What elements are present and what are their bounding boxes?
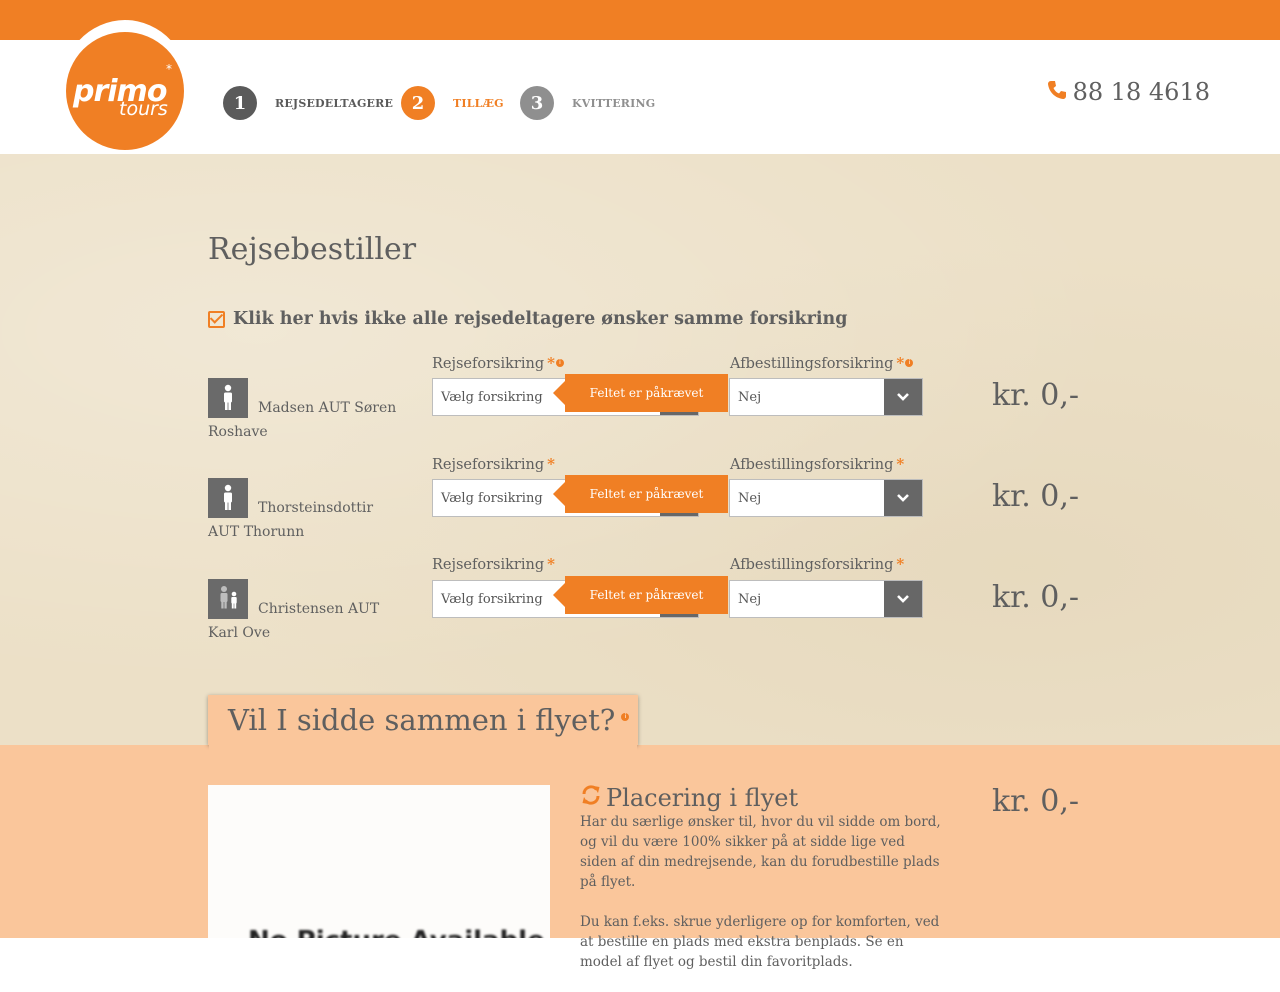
label-text: Rejseforsikring xyxy=(432,457,545,473)
no-picture-text: No Picture Available xyxy=(248,926,545,938)
info-icon[interactable]: i xyxy=(621,713,630,721)
seat-placement-description: Har du særlige ønsker til, hvor du vil s… xyxy=(580,812,945,992)
logo-sub-text: tours xyxy=(119,98,168,120)
logo-star: * xyxy=(166,62,172,76)
insurance-section xyxy=(0,154,1280,745)
dropdown-button[interactable] xyxy=(884,379,922,415)
step-1[interactable]: 1 REJSEDELTAGERE xyxy=(223,86,393,120)
required-error-tooltip: Feltet er påkrævet xyxy=(553,576,728,614)
step-number: 1 xyxy=(223,86,257,120)
cancel-insurance-select[interactable]: Nej xyxy=(729,479,923,517)
select-value: Nej xyxy=(738,389,762,405)
participant-price: kr. 0,- xyxy=(992,378,1080,413)
seat-image-placeholder: No Picture Available xyxy=(208,785,550,938)
same-insurance-toggle[interactable]: Klik her hvis ikke alle rejsedeltagere ø… xyxy=(208,309,847,329)
travel-insurance-label: Rejseforsikring * i xyxy=(432,354,564,372)
info-icon[interactable]: i xyxy=(555,359,564,367)
cancel-insurance-label: Afbestillingsforsikring * xyxy=(730,455,904,473)
step-number: 3 xyxy=(520,86,554,120)
cancel-insurance-label: Afbestillingsforsikring * i xyxy=(730,354,914,372)
step-2[interactable]: 2 TILLÆG xyxy=(401,86,504,120)
required-mark: * xyxy=(896,455,905,473)
cancel-insurance-select[interactable]: Nej xyxy=(729,378,923,416)
section-title-text: Vil I sidde sammen i flyet? xyxy=(228,703,616,737)
primo-tours-logo[interactable]: primo * tours xyxy=(66,32,184,150)
participant-price: kr. 0,- xyxy=(992,580,1080,615)
label-text: Rejseforsikring xyxy=(432,356,545,372)
seat-placement-title-text: Placering i flyet xyxy=(606,784,799,812)
required-error-tooltip: Feltet er påkrævet xyxy=(553,475,728,513)
label-text: Afbestillingsforsikring xyxy=(730,356,894,372)
label-text: Afbestillingsforsikring xyxy=(730,457,894,473)
description-paragraph: Har du særlige ønsker til, hvor du vil s… xyxy=(580,814,941,890)
participant-price: kr. 0,- xyxy=(992,479,1080,514)
page-title: Rejsebestiller xyxy=(208,232,417,267)
select-value: Nej xyxy=(738,591,762,607)
adult-child-icon xyxy=(208,579,248,619)
chevron-down-icon xyxy=(897,494,909,502)
select-value: Vælg forsikring xyxy=(441,490,543,506)
info-icon[interactable]: i xyxy=(905,359,914,367)
step-number: 2 xyxy=(401,86,435,120)
adult-person-icon xyxy=(208,378,248,418)
phone-contact[interactable]: 88 18 4618 xyxy=(1047,78,1210,106)
participant-3: Christensen AUT Karl Ove xyxy=(208,579,408,643)
required-mark: * xyxy=(547,354,555,372)
adult-person-icon xyxy=(208,478,248,518)
required-mark: * xyxy=(547,455,555,473)
refresh-icon xyxy=(580,784,602,812)
required-mark: * xyxy=(896,555,905,573)
select-value: Vælg forsikring xyxy=(441,389,543,405)
same-insurance-label: Klik her hvis ikke alle rejsedeltagere ø… xyxy=(233,309,848,329)
step-3[interactable]: 3 KVITTERING xyxy=(520,86,655,120)
tab-joiner xyxy=(209,745,637,751)
label-text: Rejseforsikring xyxy=(432,557,545,573)
participant-2: Thorsteinsdottir AUT Thorunn xyxy=(208,478,408,542)
travel-insurance-label: Rejseforsikring * xyxy=(432,555,555,573)
select-value: Nej xyxy=(738,490,762,506)
phone-icon xyxy=(1047,80,1067,105)
checkbox-checked-icon[interactable] xyxy=(208,310,225,328)
cancel-insurance-label: Afbestillingsforsikring * xyxy=(730,555,904,573)
chevron-down-icon xyxy=(897,393,909,401)
seating-price: kr. 0,- xyxy=(992,784,1080,819)
required-mark: * xyxy=(896,354,905,372)
top-accent-bar xyxy=(0,0,1280,40)
dropdown-button[interactable] xyxy=(884,581,922,617)
step-label: KVITTERING xyxy=(572,96,656,110)
seating-section-tab: Vil I sidde sammen i flyet? i xyxy=(208,695,638,745)
select-value: Vælg forsikring xyxy=(441,591,543,607)
description-paragraph: Du kan f.eks. skrue yderligere op for ko… xyxy=(580,914,940,970)
dropdown-button[interactable] xyxy=(884,480,922,516)
phone-number: 88 18 4618 xyxy=(1072,78,1210,106)
required-error-tooltip: Feltet er påkrævet xyxy=(553,374,728,412)
seating-section-title: Vil I sidde sammen i flyet? i xyxy=(228,703,630,737)
cancel-insurance-select[interactable]: Nej xyxy=(729,580,923,618)
participant-1: Madsen AUT Søren Roshave xyxy=(208,378,408,442)
required-mark: * xyxy=(547,555,555,573)
step-label: REJSEDELTAGERE xyxy=(275,96,394,110)
chevron-down-icon xyxy=(897,595,909,603)
travel-insurance-label: Rejseforsikring * xyxy=(432,455,555,473)
label-text: Afbestillingsforsikring xyxy=(730,557,894,573)
step-label: TILLÆG xyxy=(453,96,504,110)
seat-placement-title[interactable]: Placering i flyet xyxy=(580,784,798,812)
